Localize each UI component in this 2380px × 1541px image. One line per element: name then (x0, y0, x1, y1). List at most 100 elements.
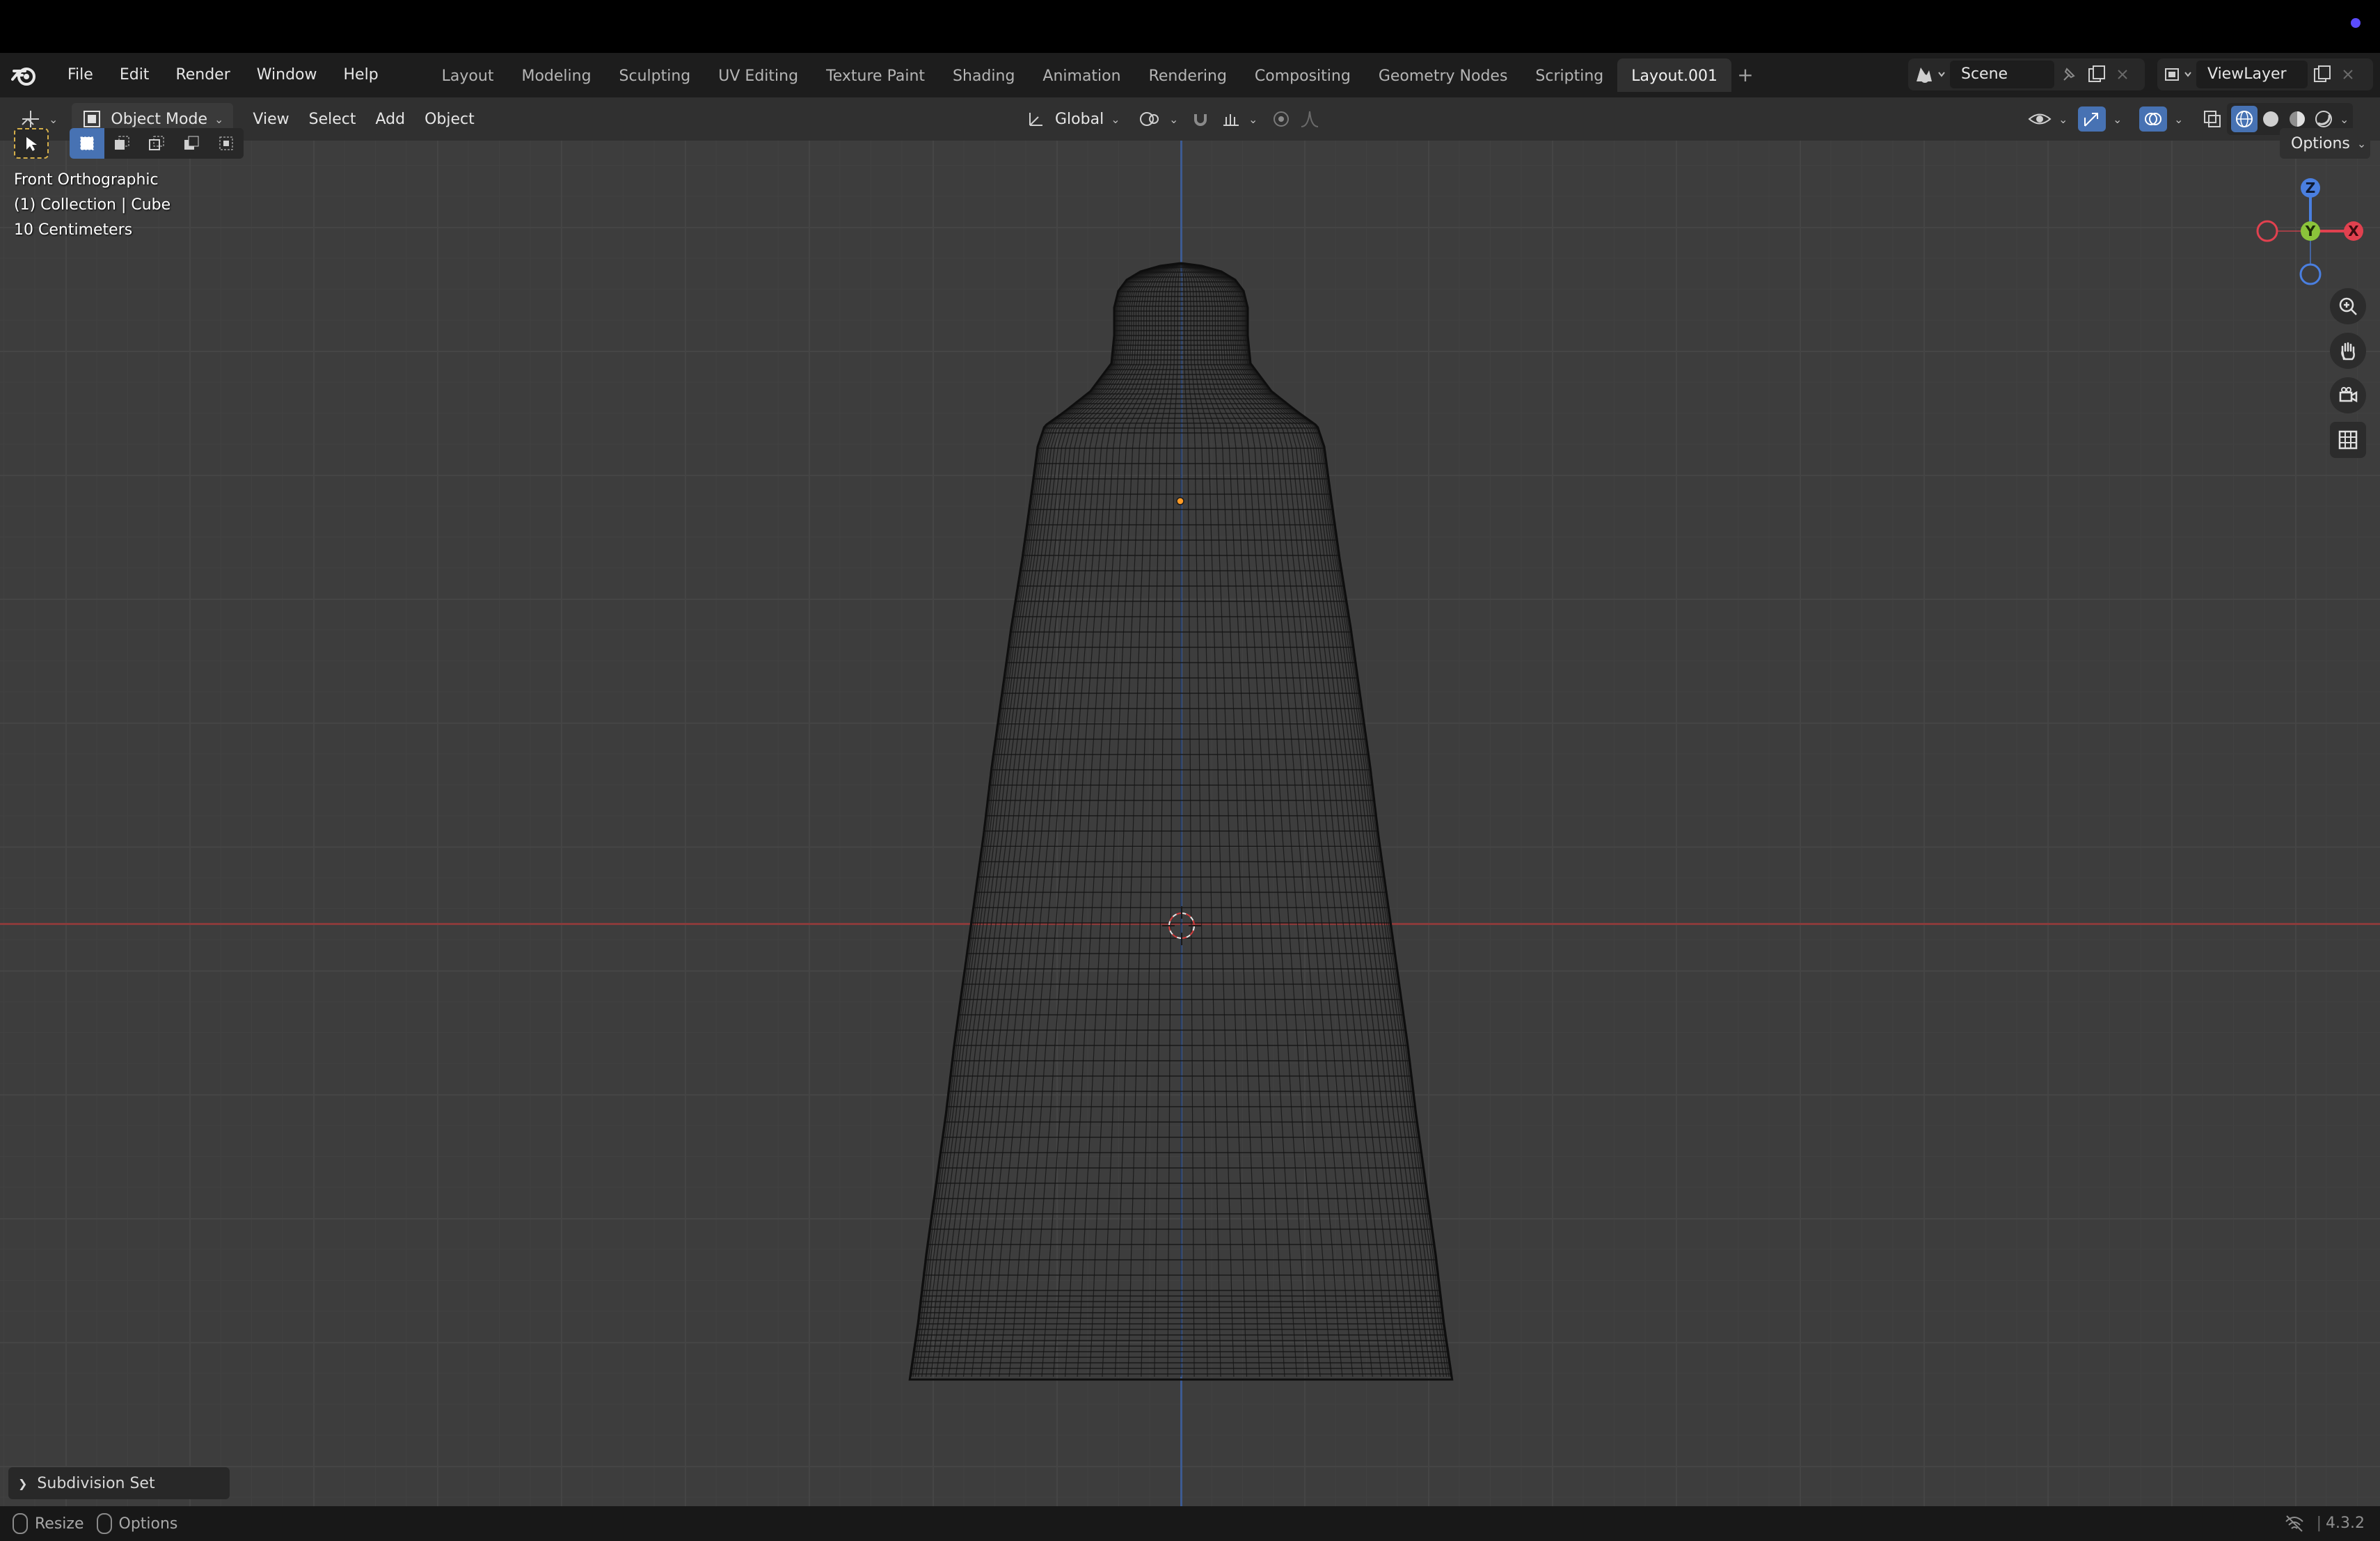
falloff-dropdown[interactable] (1289, 103, 1336, 135)
3d-viewport[interactable]: Options ⌄ Front Orthographic (1) Collect… (0, 128, 2380, 1506)
tab-scripting[interactable]: Scripting (1521, 58, 1617, 92)
menu-render[interactable]: Render (162, 58, 243, 92)
overlays-toggle[interactable]: ⌄ (2129, 103, 2193, 135)
options-status-label: Options (118, 1515, 178, 1533)
zoom-button[interactable] (2330, 288, 2366, 324)
scene-name-field[interactable]: Scene (1950, 61, 2054, 88)
pin-icon[interactable] (2054, 61, 2082, 88)
gizmo-y-label: Y (2305, 223, 2316, 239)
mesh-meridian (942, 262, 1182, 1377)
mesh-meridian (1180, 262, 1235, 1377)
shading-options-chevron-icon[interactable]: ⌄ (2340, 113, 2349, 126)
tab-compositing[interactable]: Compositing (1241, 58, 1365, 92)
view-layer-selector: ViewLayer (2157, 58, 2373, 90)
top-bar: File Edit Render Window Help Layout Mode… (0, 53, 2380, 97)
delete-view-layer-icon[interactable] (2335, 61, 2361, 88)
navigation-gizmo[interactable]: Z X Y (2248, 168, 2373, 294)
new-scene-icon[interactable] (2082, 61, 2110, 88)
gizmo-neg-x-axis[interactable] (2256, 220, 2278, 242)
tab-sculpting[interactable]: Sculpting (605, 58, 705, 92)
pan-button[interactable] (2330, 333, 2366, 369)
blender-logo-icon[interactable] (11, 61, 39, 89)
mesh-meridian (1180, 262, 1195, 1377)
snap-target-dropdown[interactable]: ⌄ (1211, 103, 1267, 135)
mesh-meridian (1167, 262, 1182, 1377)
object-mode-icon (84, 111, 101, 127)
camera-view-button[interactable] (2330, 377, 2366, 413)
overlays-icon (2145, 113, 2161, 125)
viewport-header-row: ⌄ Object Mode ⌄ View Select Add Object G… (0, 97, 2380, 141)
tab-geometry-nodes[interactable]: Geometry Nodes (1365, 58, 1522, 92)
menu-file[interactable]: File (54, 58, 106, 92)
wireframe-shading-button[interactable] (2231, 106, 2258, 132)
mesh-meridian (1180, 262, 1354, 1377)
solid-sphere-icon (2263, 111, 2278, 127)
new-view-layer-icon[interactable] (2308, 61, 2335, 88)
chevron-down-icon: ⌄ (1248, 112, 1258, 126)
scene-selector: Scene (1908, 58, 2145, 90)
operator-panel-label: Subdivision Set (37, 1474, 155, 1492)
view-layer-name-field[interactable]: ViewLayer (2196, 61, 2308, 88)
pivot-point-dropdown[interactable]: ⌄ (1127, 103, 1188, 135)
mesh-meridian (1127, 262, 1182, 1377)
menu-object[interactable]: Object (415, 103, 484, 135)
grid-icon (2338, 430, 2358, 450)
tab-rendering[interactable]: Rendering (1135, 58, 1241, 92)
orientation-icon (1029, 113, 1042, 126)
view-layer-name-text: ViewLayer (2207, 65, 2287, 83)
xray-icon (2204, 111, 2221, 127)
mesh-meridian (1008, 262, 1182, 1377)
editor-type-icon (22, 111, 39, 127)
gizmo-icon (2084, 113, 2098, 127)
menu-edit[interactable]: Edit (106, 58, 163, 92)
menu-help[interactable]: Help (331, 58, 392, 92)
delete-scene-icon[interactable] (2110, 61, 2135, 88)
menu-add[interactable]: Add (366, 103, 415, 135)
magnet-icon (1194, 114, 1207, 126)
toggle-ortho-button[interactable] (2330, 422, 2366, 458)
chevron-down-icon: ⌄ (2113, 112, 2123, 126)
transform-orientation-dropdown[interactable]: Global ⌄ (1016, 103, 1130, 135)
eye-icon (2028, 113, 2052, 125)
mesh-meridian (1180, 262, 1208, 1377)
tab-modeling[interactable]: Modeling (507, 58, 605, 92)
mesh-meridian (971, 262, 1182, 1377)
tab-layout[interactable]: Layout (428, 58, 508, 92)
wireframe-sphere-icon (2236, 111, 2253, 127)
mouse-left-icon (13, 1513, 28, 1534)
tab-animation[interactable]: Animation (1029, 58, 1134, 92)
mesh-meridian (1180, 262, 1391, 1377)
os-title-bar (0, 0, 2380, 53)
object-origin-icon (1176, 497, 1184, 505)
scene-name-text: Scene (1961, 65, 2008, 83)
tab-texture-paint[interactable]: Texture Paint (812, 58, 939, 92)
hand-icon (2341, 342, 2355, 361)
3d-cursor-icon (1162, 906, 1201, 945)
navigation-buttons (2330, 288, 2366, 458)
scene-browse-icon[interactable] (1908, 61, 1950, 88)
network-offline-icon (2285, 1515, 2303, 1532)
mesh-meridian (930, 262, 1182, 1377)
gizmo-z-label: Z (2306, 180, 2316, 196)
menu-select[interactable]: Select (299, 103, 366, 135)
mesh-wireframe[interactable] (0, 141, 2380, 1506)
version-label: 4.3.2 (2326, 1515, 2365, 1532)
tab-layout-001[interactable]: Layout.001 (1617, 58, 1732, 92)
last-operator-panel[interactable]: ❯ Subdivision Set (8, 1467, 230, 1499)
add-workspace-icon[interactable]: + (1731, 58, 1759, 92)
version-separator: | (2316, 1515, 2322, 1532)
tab-uv-editing[interactable]: UV Editing (704, 58, 812, 92)
gizmo-neg-z-axis[interactable] (2299, 263, 2322, 285)
mesh-meridian (1180, 262, 1285, 1377)
menu-window[interactable]: Window (244, 58, 331, 92)
menu-view[interactable]: View (243, 103, 299, 135)
tab-shading[interactable]: Shading (939, 58, 1029, 92)
chevron-down-icon: ⌄ (2174, 112, 2184, 126)
falloff-curve-icon (1301, 111, 1319, 127)
solid-shading-button[interactable] (2258, 106, 2284, 132)
mesh-meridian (1180, 262, 1297, 1377)
gizmo-toggle[interactable]: ⌄ (2068, 103, 2132, 135)
view-layer-browse-icon[interactable] (2157, 61, 2196, 88)
snap-increment-icon (1223, 114, 1239, 126)
camera-icon (2339, 387, 2358, 403)
